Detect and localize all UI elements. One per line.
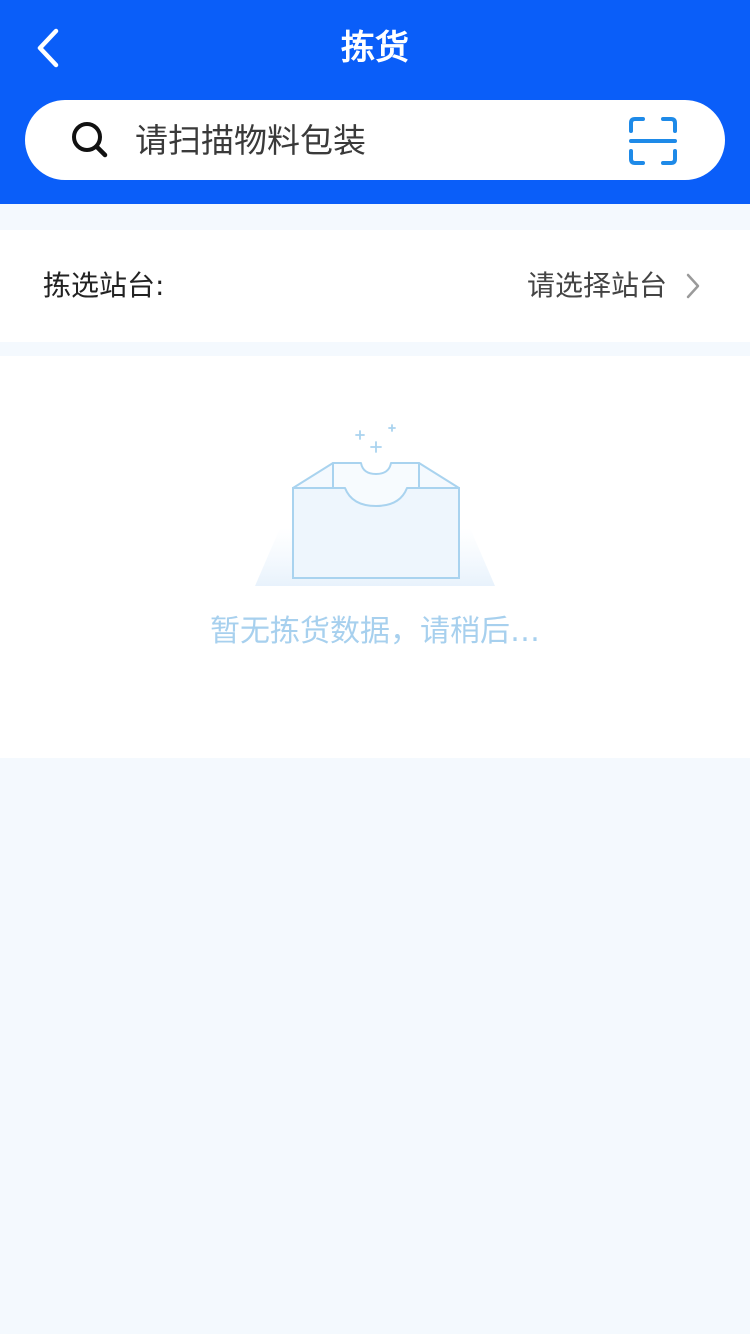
search-input[interactable] bbox=[135, 110, 605, 170]
search-icon bbox=[72, 122, 108, 158]
empty-state-message: 暂无拣货数据，请稍后… bbox=[210, 614, 540, 649]
empty-box-icon bbox=[255, 424, 495, 586]
chevron-right-icon bbox=[686, 273, 700, 299]
header-bar: 拣货 bbox=[0, 0, 750, 204]
empty-state-panel: 暂无拣货数据，请稍后… bbox=[0, 356, 750, 758]
page-title: 拣货 bbox=[341, 28, 409, 68]
station-selector[interactable]: 拣选站台: 请选择站台 bbox=[0, 230, 750, 342]
search-bar bbox=[25, 100, 725, 180]
station-value[interactable]: 请选择站台 bbox=[527, 230, 667, 342]
scan-icon[interactable] bbox=[629, 117, 677, 165]
station-label: 拣选站台: bbox=[43, 269, 165, 302]
